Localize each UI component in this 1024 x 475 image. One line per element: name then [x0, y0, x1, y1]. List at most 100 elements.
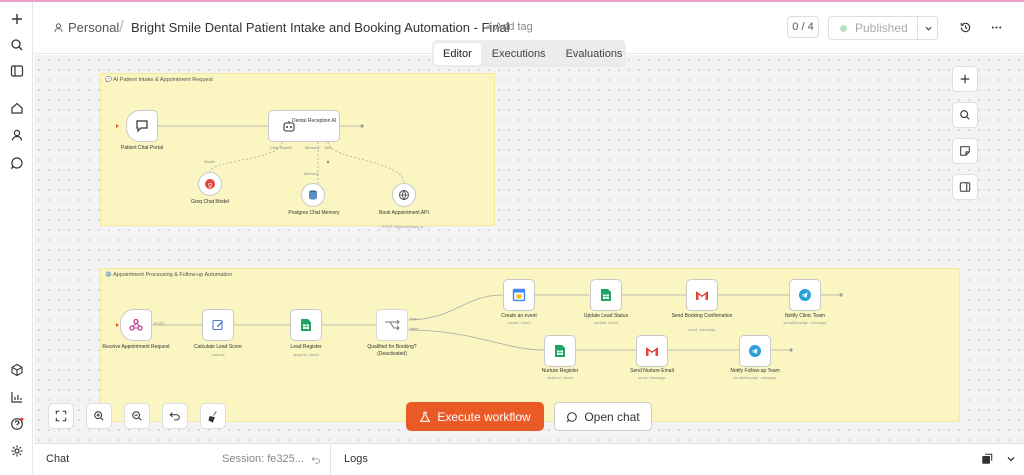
- label-groq: Groq Chat Model: [190, 199, 230, 205]
- tab-evaluations[interactable]: Evaluations: [557, 43, 632, 65]
- templates-icon[interactable]: [0, 359, 33, 381]
- sub-lead-score: manual: [211, 352, 225, 357]
- node-lead-score[interactable]: [202, 309, 234, 341]
- port-chat-model: Chat Model*: [270, 145, 293, 150]
- tab-editor[interactable]: Editor: [434, 42, 481, 65]
- chat-icon[interactable]: [0, 152, 33, 174]
- open-chat-button[interactable]: Open chat: [554, 402, 652, 431]
- telegram-icon: [799, 289, 811, 301]
- port-memory: Memory: [305, 145, 320, 150]
- insights-icon[interactable]: [0, 386, 33, 408]
- node-book-api[interactable]: [392, 183, 416, 207]
- tab-executions[interactable]: Executions: [483, 43, 555, 65]
- panel-toggle-icon[interactable]: [0, 60, 33, 82]
- label-send-nurture: Send Nurture Email: [630, 368, 674, 374]
- connections-layer: [116, 124, 843, 352]
- sub-notify-clinic: sendMessage: message: [783, 320, 827, 325]
- chevron-down-icon[interactable]: [917, 17, 939, 39]
- execute-workflow-button[interactable]: Execute workflow: [406, 402, 544, 431]
- globe-icon: [399, 190, 409, 200]
- search-icon: [960, 110, 970, 120]
- label-qualified: Qualified for Booking?: [367, 344, 417, 350]
- settings-icon[interactable]: [0, 440, 33, 462]
- tidy-up-button[interactable]: [200, 403, 226, 429]
- logs-panel-tab[interactable]: Logs: [344, 453, 368, 465]
- left-sidebar: [0, 2, 33, 474]
- label-agent: Dental Reception AI: [292, 118, 337, 124]
- sheets-icon: [555, 345, 565, 357]
- output-port: [789, 348, 793, 352]
- broom-icon: [207, 410, 217, 423]
- breadcrumb-project[interactable]: Personal: [53, 20, 119, 35]
- node-notify-clinic[interactable]: [789, 279, 821, 311]
- node-ai-agent[interactable]: [268, 110, 340, 142]
- chat-icon: [566, 411, 578, 423]
- zoom-out-button[interactable]: [124, 403, 150, 429]
- user-icon: [54, 23, 63, 32]
- label-chat-portal: Patient Chat Portal: [121, 145, 163, 151]
- history-icon[interactable]: [956, 18, 974, 36]
- breadcrumb-separator: /: [119, 17, 124, 36]
- sticky-note-button[interactable]: [952, 138, 978, 164]
- search-icon[interactable]: [0, 34, 33, 56]
- label-memory: Postgres Chat Memory: [288, 210, 340, 216]
- if-false-label: false: [410, 326, 419, 331]
- add-icon[interactable]: [0, 8, 33, 30]
- fit-view-icon: [55, 410, 67, 422]
- node-update-lead[interactable]: [590, 279, 622, 311]
- undo-icon: [169, 412, 180, 421]
- sub-notify-followup: sendMessage: message: [733, 375, 777, 380]
- node-qualified-if[interactable]: [376, 309, 408, 341]
- port-tool: Tool: [324, 145, 332, 150]
- open-chat-label: Open chat: [584, 409, 640, 424]
- label-lead-score: Calculate Lead Score: [194, 344, 242, 350]
- side-panel-button[interactable]: [952, 174, 978, 200]
- help-icon[interactable]: [0, 413, 33, 435]
- label-send-confirmation: Send Booking Confirmation: [671, 313, 733, 319]
- node-create-event[interactable]: [503, 279, 535, 311]
- popout-icon[interactable]: [981, 453, 993, 465]
- node-groq[interactable]: g: [198, 172, 222, 196]
- gmail-icon: [695, 290, 709, 300]
- node-lead-register[interactable]: [290, 309, 322, 341]
- search-nodes-button[interactable]: [952, 102, 978, 128]
- gmail-icon: [645, 346, 659, 356]
- evaluation-count: 0 / 4: [787, 16, 819, 38]
- add-tag-button[interactable]: + Add tag: [486, 21, 533, 33]
- chevron-down-icon[interactable]: [1006, 454, 1016, 464]
- zoom-out-icon: [132, 411, 142, 421]
- edge-label-post: POST: [154, 321, 165, 326]
- node-chat-trigger[interactable]: [126, 110, 158, 142]
- sub-send-confirmation: send: message: [688, 327, 716, 332]
- zoom-in-button[interactable]: [86, 403, 112, 429]
- telegram-icon: [749, 345, 761, 357]
- workflow-canvas[interactable]: 💬 AI Patient Intake & Appointment Reques…: [34, 55, 1024, 443]
- fit-view-button[interactable]: [48, 403, 74, 429]
- node-webhook[interactable]: [120, 309, 152, 341]
- trigger-marker: [116, 323, 119, 327]
- output-port: [839, 293, 843, 297]
- node-send-nurture[interactable]: [636, 335, 668, 367]
- user-icon[interactable]: [0, 124, 33, 146]
- node-nurture-register[interactable]: [544, 335, 576, 367]
- panel-divider: [330, 444, 331, 475]
- label-notify-followup: Notify Follow-up Team: [730, 368, 780, 374]
- status-dot: [840, 24, 847, 32]
- label-webhook: Receive Appointment Request: [102, 344, 170, 350]
- node-notify-followup[interactable]: [739, 335, 771, 367]
- undo-button[interactable]: [162, 403, 188, 429]
- label-book-api: Book Appointment API: [379, 210, 429, 216]
- chat-panel-tab[interactable]: Chat: [46, 453, 69, 465]
- node-send-confirmation[interactable]: [686, 279, 718, 311]
- home-icon[interactable]: [0, 97, 33, 119]
- edge-tool: [327, 141, 405, 184]
- publish-button[interactable]: Published: [828, 16, 938, 40]
- node-postgres-memory[interactable]: [301, 183, 325, 207]
- session-id: Session: fe325...: [222, 453, 304, 465]
- more-options-icon[interactable]: [987, 18, 1005, 36]
- reset-session-icon[interactable]: [311, 455, 321, 465]
- workflow-title[interactable]: Bright Smile Dental Patient Intake and B…: [131, 20, 510, 35]
- add-icon: [960, 74, 970, 84]
- add-node-button[interactable]: [952, 66, 978, 92]
- publish-label: Published: [855, 21, 908, 35]
